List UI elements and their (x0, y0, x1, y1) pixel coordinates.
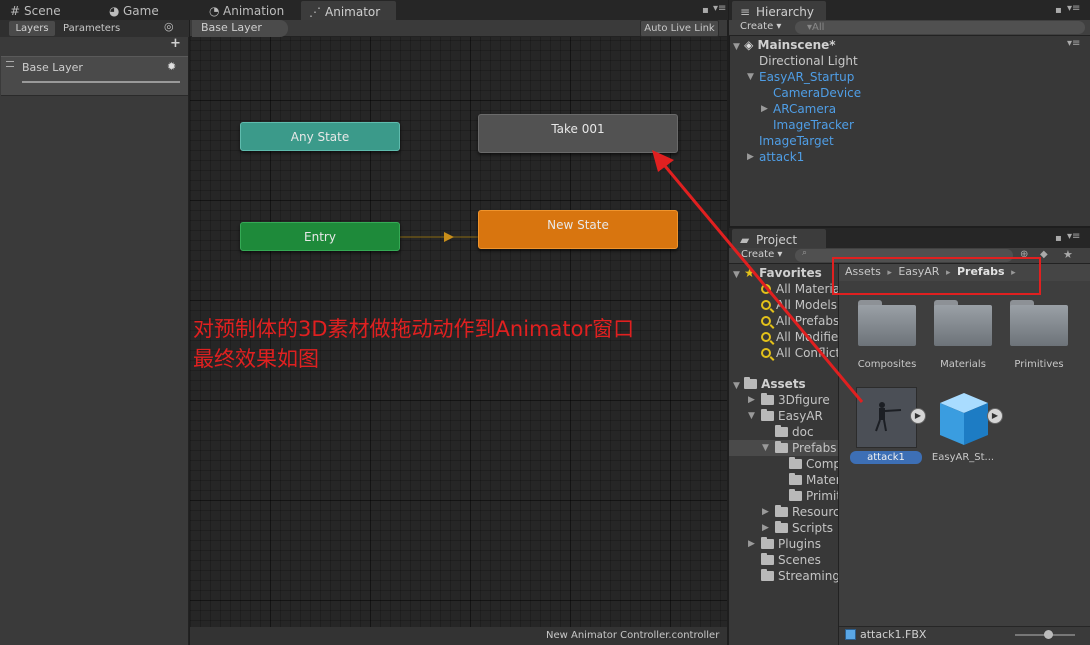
transition-arrow[interactable] (398, 228, 482, 248)
breadcrumb-base-layer: Base Layer (201, 21, 262, 34)
fbx-file-icon (845, 629, 856, 640)
animator-icon: ⋰ (309, 5, 321, 19)
clock-icon: ◔ (209, 4, 220, 18)
tree-folder-item[interactable]: Plugins (761, 536, 838, 552)
hierarchy-menu-icon[interactable]: ▾≡ (1067, 3, 1080, 14)
tree-expand-arrow-icon[interactable]: ▼ (748, 408, 755, 424)
tree-folder-item[interactable]: EasyAR (761, 408, 838, 424)
drag-handle-icon[interactable] (6, 61, 14, 67)
folder-icon (761, 553, 774, 565)
tree-folder-item[interactable]: Scripts (775, 520, 838, 536)
tree-expand-arrow-icon[interactable]: ▶ (762, 504, 769, 520)
folder-icon (789, 489, 802, 501)
filter-label-icon[interactable]: ◆ (1040, 249, 1048, 260)
project-lock-icon[interactable]: ▪ (1055, 233, 1062, 244)
selected-file-name: attack1.FBX (860, 628, 927, 641)
folder-primitives-icon[interactable] (1010, 300, 1068, 346)
layer-name: Base Layer (22, 61, 83, 74)
attack1-label: attack1 (850, 451, 922, 464)
auto-live-link-button[interactable]: Auto Live Link (640, 20, 719, 37)
folder-materials-label: Materials (940, 359, 986, 370)
list-icon: ≡ (740, 5, 751, 19)
hierarchy-item[interactable]: ImageTracker (773, 117, 854, 133)
eye-icon[interactable]: ◎ (164, 20, 174, 33)
tree-folder-item[interactable]: Prefabs (775, 440, 838, 456)
tab-animator[interactable]: ⋰ Animator (300, 0, 397, 20)
tab-game[interactable]: ◕ Game (101, 0, 191, 20)
tree-folder-item[interactable]: Scenes (761, 552, 838, 568)
slider-thumb[interactable] (1044, 630, 1053, 639)
favorite-star-icon[interactable]: ★ (1063, 248, 1073, 261)
project-menu-icon[interactable]: ▾≡ (1067, 231, 1080, 242)
controller-path: New Animator Controller.controller (546, 630, 720, 641)
folder-materials-icon[interactable] (934, 300, 992, 346)
state-any-state[interactable]: Any State (240, 122, 400, 151)
tree-expand-arrow-icon[interactable]: ▶ (748, 536, 755, 552)
panel-menu-icon[interactable]: ▾≡ (713, 3, 726, 14)
folder-icon (761, 409, 774, 421)
hierarchy-item[interactable]: CameraDevice (773, 85, 861, 101)
folder-primitives-label: Primitives (1014, 359, 1064, 370)
folder-icon (789, 457, 802, 469)
tree-expand-arrow-icon[interactable]: ▶ (762, 520, 769, 536)
easyar-startup-label: EasyAR_St... (931, 452, 995, 463)
grid-icon: # (10, 4, 21, 18)
easyar-expand-icon[interactable]: ▶ (987, 408, 1003, 424)
tab-scene[interactable]: # Scene (2, 0, 92, 20)
folder-icon (761, 537, 774, 549)
layer-settings-icon[interactable]: ✹ (167, 60, 176, 73)
hierarchy-search-input[interactable]: ▾All (795, 21, 1085, 34)
unity-scene-icon: ◈ (744, 38, 754, 52)
scene-options-icon[interactable]: ▾≡ (1067, 38, 1080, 49)
hierarchy-item[interactable]: Directional Light (759, 53, 858, 69)
layer-item[interactable]: Base Layer ✹ (1, 56, 188, 96)
tree-folder-item[interactable]: Resourc (775, 504, 838, 520)
tree-folder-item[interactable]: Streaming (761, 568, 838, 584)
attack1-expand-icon[interactable]: ▶ (910, 408, 926, 424)
hierarchy-expand-arrow-icon[interactable]: ▼ (747, 69, 754, 85)
hierarchy-item[interactable]: EasyAR_Startup (759, 69, 854, 85)
tab-hierarchy[interactable]: ≡ Hierarchy (731, 0, 827, 20)
tab-animation[interactable]: ◔ Animation (201, 0, 296, 20)
layer-weight-bar (22, 81, 180, 83)
tree-folder-item[interactable]: doc (775, 424, 838, 440)
red-arrow-annotation (652, 150, 864, 403)
animator-left-panel (0, 20, 189, 645)
lock-icon[interactable]: ▪ (702, 5, 709, 16)
tree-folder-item[interactable]: Primit (789, 488, 838, 504)
tree-folder-item[interactable]: Comp (789, 456, 838, 472)
folder-icon (775, 441, 788, 453)
scene-row[interactable]: ▼ ◈ Mainscene* (733, 37, 836, 53)
add-layer-button[interactable]: + (170, 36, 181, 51)
state-entry[interactable]: Entry (240, 222, 400, 251)
tree-folder-item[interactable]: Mater (789, 472, 838, 488)
expand-arrow-icon[interactable]: ▼ (733, 42, 740, 52)
folder-icon (761, 569, 774, 581)
folder-icon (775, 521, 788, 533)
folder-icon (775, 505, 788, 517)
game-icon: ◕ (109, 4, 120, 18)
easyar-prefab-cube-icon[interactable] (934, 389, 994, 449)
tree-expand-arrow-icon[interactable]: ▼ (762, 440, 769, 456)
hierarchy-item[interactable]: ARCamera (773, 101, 836, 117)
tab-parameters[interactable]: Parameters (63, 21, 133, 36)
tab-layers[interactable]: Layers (9, 21, 55, 36)
folder-icon (775, 425, 788, 437)
hierarchy-create-button[interactable]: Create ▾ (740, 21, 781, 32)
hierarchy-expand-arrow-icon[interactable]: ▶ (761, 101, 768, 117)
folder-icon (789, 473, 802, 485)
hierarchy-lock-icon[interactable]: ▪ (1055, 5, 1062, 16)
